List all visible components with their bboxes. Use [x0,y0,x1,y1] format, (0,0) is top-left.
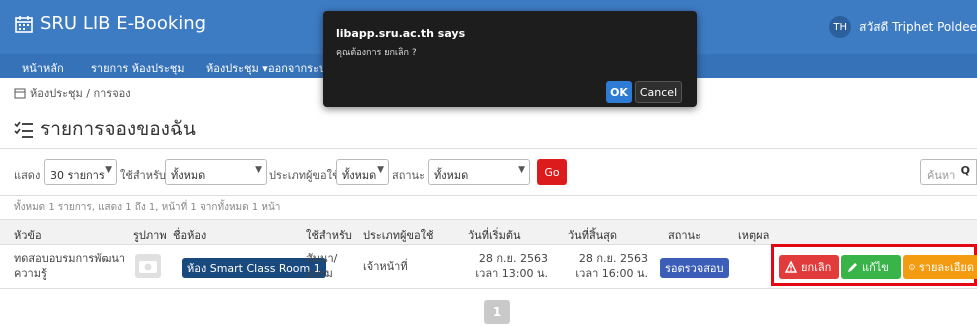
details-button[interactable]: รายละเอียด [903,255,977,279]
camera-icon [135,254,161,278]
edit-booking-label: แก้ไข [862,261,889,274]
status-badge: รอตรวจสอบ [660,258,729,278]
search-icon[interactable]: Q [961,164,970,177]
col-topic: หัวข้อ [14,229,42,242]
page-size-select[interactable]: 30 รายการ ▼ [44,159,117,185]
col-start: วันที่เริ่มต้น [468,229,521,242]
user-menu[interactable]: TH สวัสดี Triphet Poldee [829,16,977,38]
menu-rooms-dropdown[interactable]: ห้องประชุม ▾ [206,59,268,77]
chevron-down-icon: ▼ [518,165,525,175]
action-buttons-highlight: ยกเลิก แก้ไข รายละเอียด [771,244,977,286]
user-type-label: ประเภทผู้ขอใช้ [269,169,340,182]
search-input[interactable]: ค้นหา Q [920,159,977,185]
calendar-icon [15,15,33,33]
filter-bar: แสดง 30 รายการ ▼ ใช้สำหรับ ทั้งหมด ▼ ประเภ… [0,148,977,196]
calendar-icon [14,88,26,99]
cancel-button[interactable]: Cancel [635,81,682,103]
show-label: แสดง [14,169,41,182]
purpose-select[interactable]: ทั้งหมด ▼ [165,159,267,185]
cancel-booking-label: ยกเลิก [801,261,832,274]
confirm-dialog: libapp.sru.ac.th says คุณต้องการ ยกเลิก … [323,11,697,107]
user-type-value: ทั้งหมด [342,169,377,182]
result-summary: ทั้งหมด 1 รายการ, แสดง 1 ถึง 1, หน้าที่ … [14,202,281,213]
status-label: สถานะ [392,169,425,182]
dialog-message: คุณต้องการ ยกเลิก ? [336,48,417,58]
pagination-page[interactable]: 1 [484,300,510,324]
cell-purpose: สัมนา/อบรม [306,252,338,280]
avatar: TH [829,16,852,38]
edit-booking-button[interactable]: แก้ไข [841,255,901,279]
chevron-down-icon: ▼ [377,165,384,175]
chevron-down-icon: ▼ [255,165,262,175]
menu-home[interactable]: หน้าหลัก [22,59,64,77]
col-end: วันที่สิ้นสุด [568,229,618,242]
page-title-text: รายการจองของฉัน [40,118,196,140]
cell-user-type: เจ้าหน้าที่ [363,260,408,273]
status-value: ทั้งหมด [434,169,469,182]
search-placeholder: ค้นหา [927,169,956,182]
user-type-select[interactable]: ทั้งหมด ▼ [336,159,389,185]
user-greeting: สวัสดี Triphet Poldee [859,19,977,34]
dialog-title: libapp.sru.ac.th says [336,27,466,40]
brand-name: SRU LIB E-Booking [40,13,207,34]
cancel-booking-button[interactable]: ยกเลิก [779,255,839,279]
col-user-type: ประเภทผู้ขอใช้ [363,229,434,242]
breadcrumb: ห้องประชุม / การจอง [14,84,131,102]
purpose-value: ทั้งหมด [171,169,206,182]
status-select[interactable]: ทั้งหมด ▼ [428,159,530,185]
brand[interactable]: SRU LIB E-Booking [14,13,206,34]
cell-topic: ทดสอบอบรมการพัฒนาความรู้ [14,252,126,280]
details-label: รายละเอียด [918,261,974,274]
chevron-down-icon: ▼ [105,165,112,175]
checklist-icon [14,121,33,138]
col-status: สถานะ [668,229,701,242]
ok-button[interactable]: OK [606,81,632,103]
menu-room-list[interactable]: รายการ ห้องประชุม [91,59,185,77]
room-badge[interactable]: ห้อง Smart Class Room 1 [182,258,326,278]
purpose-label: ใช้สำหรับ [120,169,166,182]
pencil-icon [848,262,857,272]
page-size-value: 30 รายการ [50,169,105,182]
page-title: รายการจองของฉัน [14,114,196,144]
cell-end: 28 ก.ย. 2563 เวลา 16:00 น. [575,252,648,280]
col-image: รูปภาพ [133,229,167,242]
info-icon [909,264,915,270]
go-button[interactable]: Go [537,159,567,185]
col-purpose: ใช้สำหรับ [306,229,352,242]
cell-start: 28 ก.ย. 2563 เวลา 13:00 น. [475,252,548,280]
table-header: หัวข้อ รูปภาพ ชื่อห้อง ใช้สำหรับ ประเภทผ… [0,219,977,245]
breadcrumb-text[interactable]: ห้องประชุม / การจอง [30,84,131,102]
col-room: ชื่อห้อง [173,229,207,242]
warning-icon [785,261,797,273]
col-reason: เหตุผล [738,229,770,242]
